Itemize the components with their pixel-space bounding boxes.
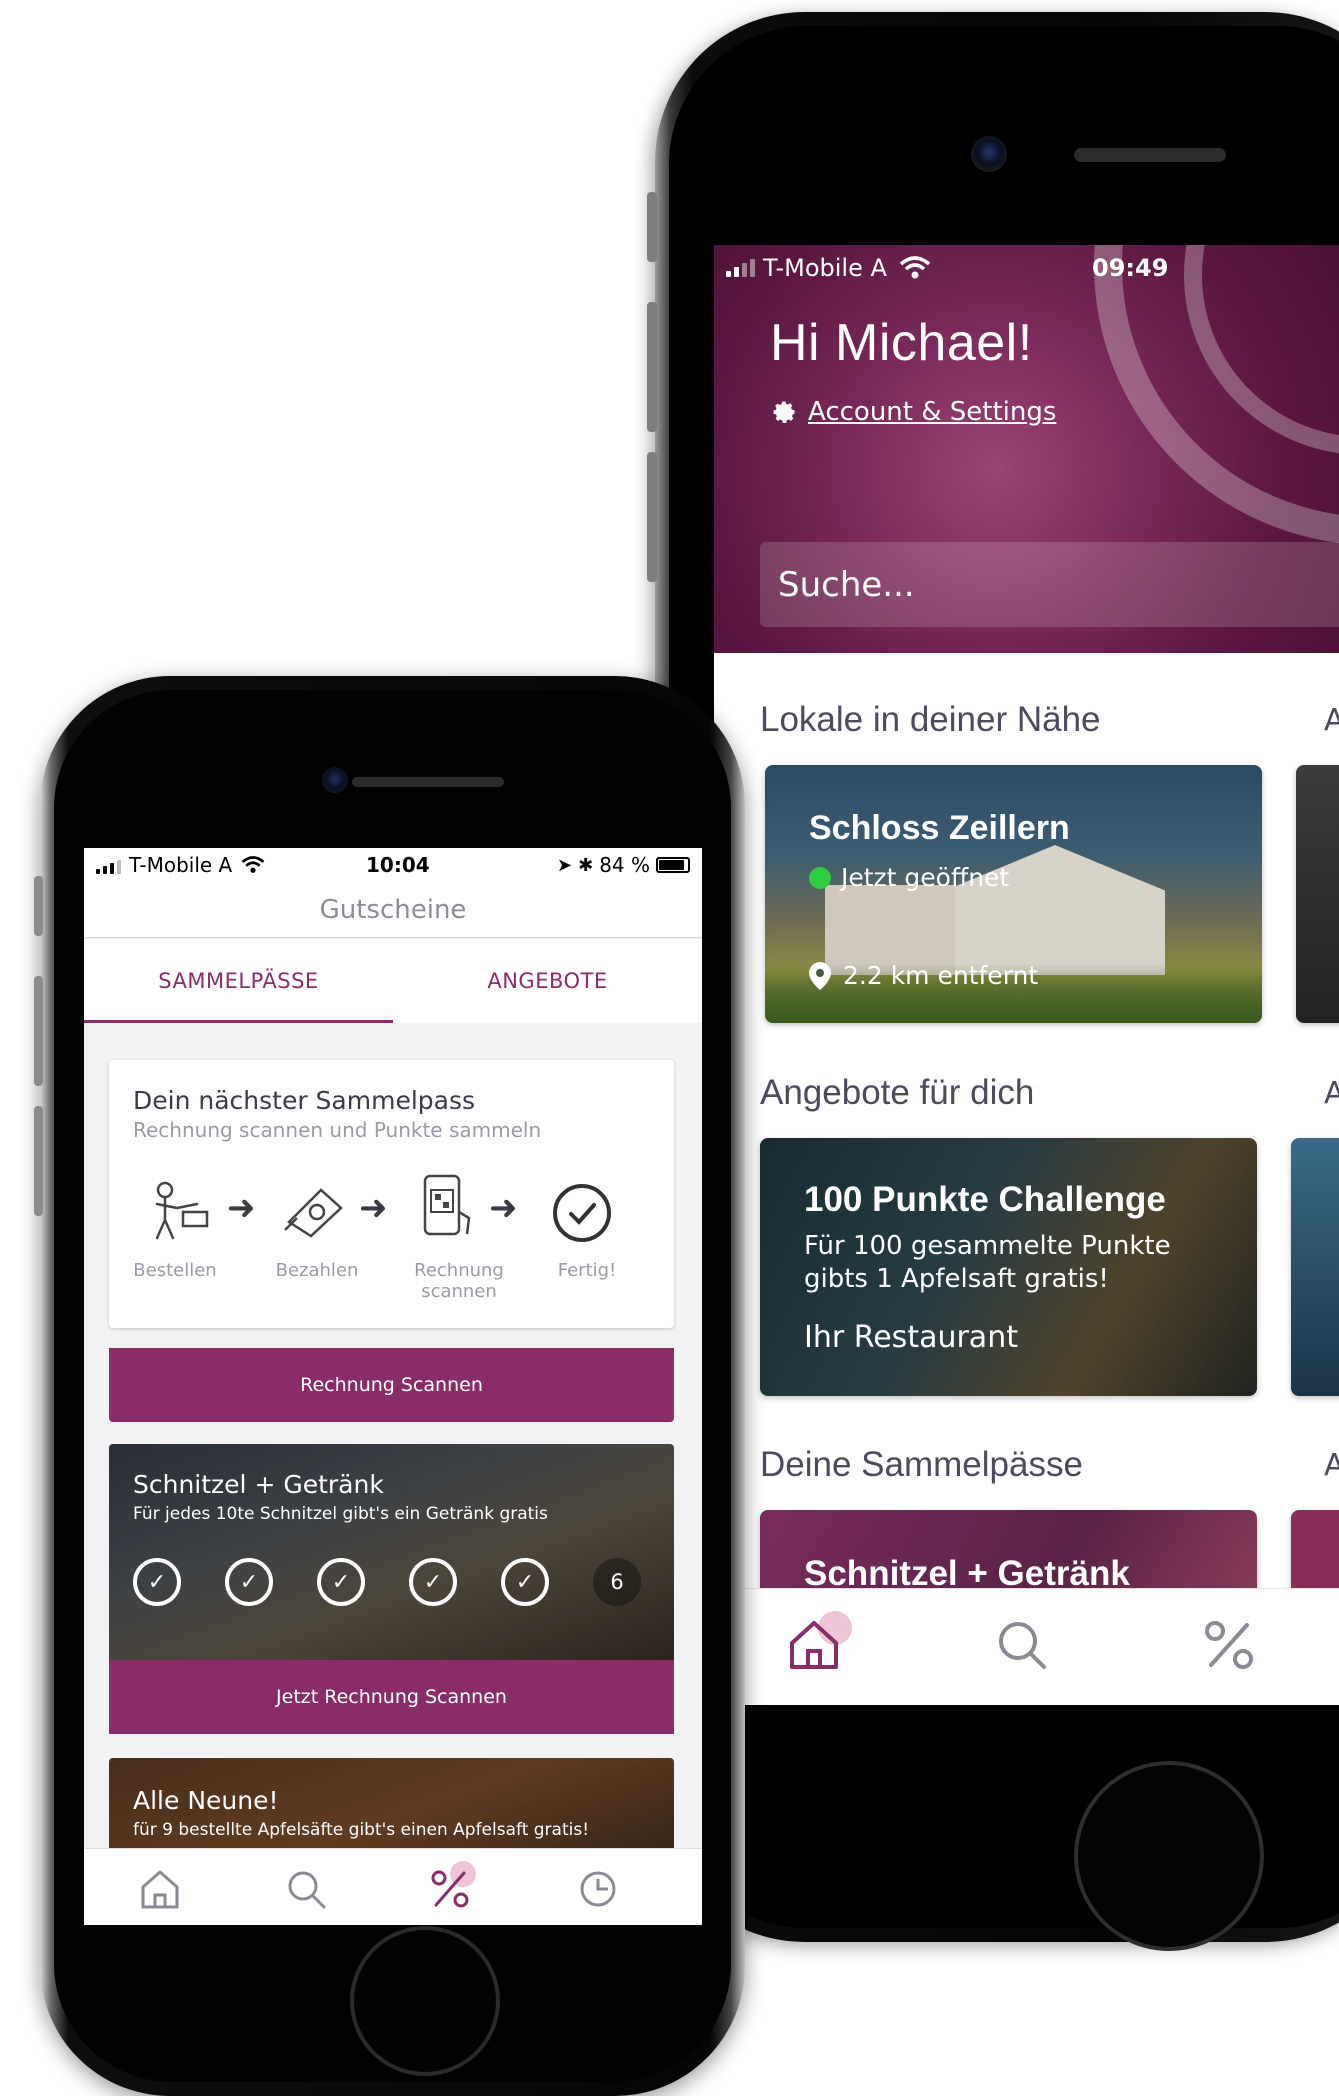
next-pass-title: Dein nächster Sammelpass	[133, 1086, 476, 1115]
status-bar: T-Mobile A 10:04 ➤ ✱ 84 %	[84, 848, 702, 882]
venue-status: Jetzt geöffnet	[809, 863, 1009, 892]
tab-bar	[714, 1588, 1339, 1705]
section-title-offers: Angebote für dich	[760, 1073, 1035, 1112]
scan-now-button[interactable]: Jetzt Rechnung Scannen	[109, 1660, 674, 1734]
volume-down-button	[647, 452, 657, 582]
step-arrow-2: ➜	[359, 1188, 388, 1228]
pass-subtitle: für 9 bestellte Apfelsäfte gibt's einen …	[133, 1820, 590, 1840]
tab-home[interactable]	[786, 1611, 852, 1677]
volume-down-button	[34, 1106, 43, 1216]
stamp-4-check-icon: ✓	[409, 1558, 457, 1606]
stamp-2-check-icon: ✓	[225, 1558, 273, 1606]
search-placeholder: Suche...	[778, 564, 915, 605]
pass-title: Alle Neune!	[133, 1786, 279, 1815]
clock: 10:04	[366, 853, 430, 877]
scan-receipt-button[interactable]: Rechnung Scannen	[109, 1348, 674, 1422]
volume-up-button	[34, 976, 43, 1086]
home-button[interactable]	[350, 1926, 500, 2076]
order-icon	[155, 1181, 209, 1240]
offer-card-next[interactable]	[1291, 1138, 1339, 1396]
offer-venue: Ihr Restaurant	[804, 1320, 1018, 1355]
search-input[interactable]: Suche...	[760, 542, 1339, 627]
scan-receipt-icon	[423, 1174, 471, 1236]
section-title-nearby: Lokale in deiner Nähe	[760, 700, 1101, 739]
mute-switch	[34, 876, 43, 936]
stamp-3-check-icon: ✓	[317, 1558, 365, 1606]
stamp-6: 6	[593, 1558, 641, 1606]
signal-icon	[726, 259, 755, 277]
wifi-icon	[899, 256, 931, 279]
greeting-title: Hi Michael!	[770, 314, 1033, 372]
step-label-done: Fertig!	[557, 1260, 617, 1281]
battery-icon	[656, 857, 690, 873]
check-circle-icon	[553, 1184, 611, 1242]
step-arrow-3: ➜	[489, 1188, 518, 1228]
signal-icon	[96, 856, 121, 874]
step-arrow-1: ➜	[227, 1188, 256, 1228]
home-icon	[790, 1621, 838, 1669]
offer-title: 100 Punkte Challenge	[804, 1180, 1166, 1219]
percent-icon	[431, 1870, 469, 1908]
home-icon[interactable]	[138, 1867, 182, 1911]
stamp-5-check-icon: ✓	[501, 1558, 549, 1606]
search-icon[interactable]	[994, 1617, 1050, 1673]
earpiece-speaker	[1074, 148, 1226, 162]
hero-header: T-Mobile A 09:49 Hi Michael! Account & S…	[714, 245, 1339, 653]
mute-switch	[647, 192, 657, 262]
next-pass-panel: Dein nächster Sammelpass Rechnung scanne…	[109, 1060, 674, 1328]
venue-card-next[interactable]	[1296, 765, 1339, 1023]
bluetooth-icon: ✱	[578, 854, 594, 876]
battery-percent: 84 %	[599, 853, 650, 877]
front-camera	[322, 767, 348, 793]
step-label-pay: Bezahlen	[275, 1260, 359, 1281]
account-settings-link[interactable]: Account & Settings	[770, 397, 1056, 427]
section-more-passes[interactable]: A	[1324, 1448, 1339, 1483]
account-settings-label: Account & Settings	[808, 397, 1057, 427]
gear-icon	[773, 401, 795, 423]
front-camera	[971, 136, 1007, 172]
nav-bar: Gutscheine	[84, 882, 702, 938]
venue-card[interactable]: Schloss Zeillern Jetzt geöffnet 2.2 km e…	[765, 765, 1262, 1023]
location-pin-icon	[809, 961, 831, 990]
venue-distance: 2.2 km entfernt	[809, 961, 1038, 990]
venue-distance-label: 2.2 km entfernt	[843, 961, 1039, 990]
back-phone-screen: T-Mobile A 09:49 Hi Michael! Account & S…	[714, 245, 1339, 1705]
pass-subtitle: Für jedes 10te Schnitzel gibt's ein Getr…	[133, 1504, 548, 1524]
venue-status-label: Jetzt geöffnet	[841, 863, 1010, 892]
percent-icon[interactable]	[1201, 1617, 1257, 1673]
offer-card[interactable]: 100 Punkte Challenge Für 100 gesammelte …	[760, 1138, 1257, 1396]
open-status-dot	[809, 866, 831, 889]
location-arrow-icon: ➤	[557, 854, 573, 876]
section-title-passes: Deine Sammelpässe	[760, 1445, 1083, 1484]
pass-title: Schnitzel + Getränk	[133, 1470, 384, 1499]
step-label-scan: Rechnung scannen	[414, 1260, 504, 1302]
search-icon[interactable]	[284, 1867, 328, 1911]
step-label-order: Bestellen	[133, 1260, 217, 1281]
next-pass-subtitle: Rechnung scannen und Punkte sammeln	[133, 1118, 542, 1142]
pass-card-schnitzel[interactable]: Schnitzel + Getränk Für jedes 10te Schni…	[109, 1444, 674, 1754]
stamp-1-check-icon: ✓	[133, 1558, 181, 1606]
status-right: ➤ ✱ 84 %	[557, 853, 690, 877]
offer-description: Für 100 gesammelte Punkte gibts 1 Apfels…	[804, 1231, 1171, 1294]
earpiece-speaker	[352, 777, 504, 787]
tab-bar	[84, 1848, 702, 1925]
section-more-offers[interactable]: A	[1324, 1076, 1339, 1111]
page-title: Gutscheine	[319, 894, 467, 925]
tab-percent[interactable]	[428, 1861, 476, 1911]
carrier-label: T-Mobile A	[129, 853, 233, 877]
status-bar: T-Mobile A 09:49	[726, 253, 1339, 283]
tab-sammelpaesse[interactable]: SAMMELPÄSSE	[84, 939, 393, 1023]
carrier-label: T-Mobile A	[763, 254, 887, 282]
history-icon[interactable]	[576, 1867, 620, 1911]
front-phone-screen: T-Mobile A 10:04 ➤ ✱ 84 % Gutscheine SAM…	[84, 848, 702, 1925]
wifi-icon	[241, 856, 265, 873]
home-button[interactable]	[1074, 1761, 1264, 1951]
venue-name: Schloss Zeillern	[809, 809, 1070, 847]
segmented-tabs: SAMMELPÄSSE ANGEBOTE	[84, 939, 702, 1023]
pay-icon	[284, 1188, 343, 1238]
clock: 09:49	[1092, 254, 1169, 282]
volume-up-button	[647, 302, 657, 432]
tab-angebote[interactable]: ANGEBOTE	[393, 939, 702, 1023]
section-more-nearby[interactable]: A	[1324, 703, 1339, 738]
